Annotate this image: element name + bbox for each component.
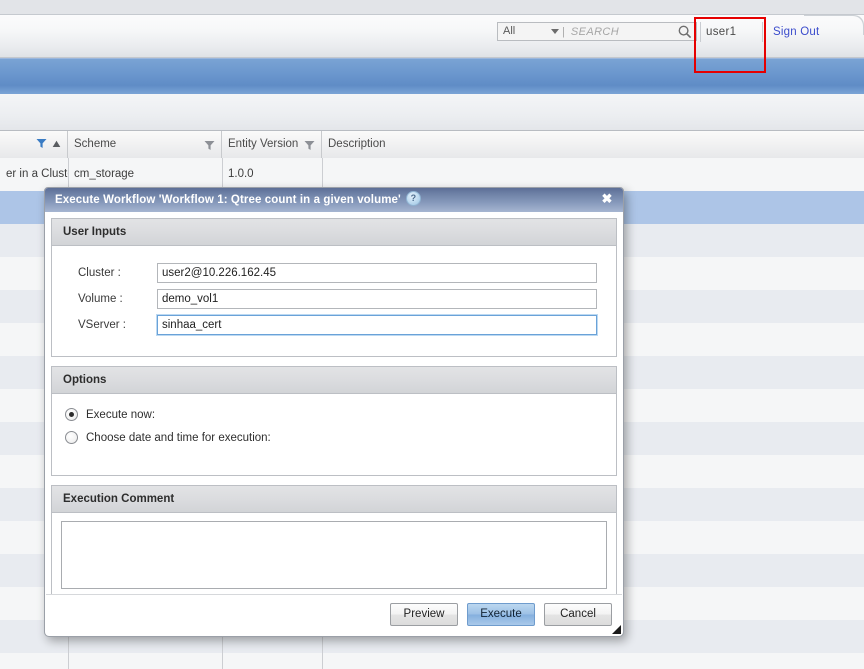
dialog-footer: Preview Execute Cancel	[46, 594, 622, 635]
column-header-description-label: Description	[328, 138, 386, 150]
option-execute-now-label: Execute now:	[86, 408, 156, 421]
cluster-input[interactable]	[157, 263, 597, 283]
field-row-cluster: Cluster :	[52, 260, 616, 286]
column-header-scheme-label: Scheme	[74, 138, 117, 150]
radio-choose-datetime[interactable]	[65, 431, 78, 444]
option-choose-datetime[interactable]: Choose date and time for execution:	[52, 426, 616, 449]
execution-comment-input[interactable]	[61, 521, 607, 589]
table-header-row: Scheme Entity Version Description	[0, 131, 864, 159]
primary-nav-band	[0, 58, 864, 95]
dialog-body: User Inputs Cluster : Volume : VServer :	[45, 212, 623, 612]
execution-comment-body	[52, 513, 616, 601]
option-choose-datetime-label: Choose date and time for execution:	[86, 431, 271, 444]
cluster-label: Cluster :	[78, 267, 121, 279]
sign-out-link[interactable]: Sign Out	[773, 26, 819, 38]
dialog-resize-grip[interactable]	[612, 625, 621, 634]
radio-execute-now[interactable]	[65, 408, 78, 421]
column-header-scheme[interactable]: Scheme	[68, 131, 222, 158]
column-header-entity-version-label: Entity Version	[228, 138, 299, 150]
search-divider: |	[562, 25, 565, 38]
execute-button[interactable]: Execute	[467, 603, 535, 626]
table-row[interactable]	[0, 653, 864, 669]
field-row-vserver: VServer :	[52, 312, 616, 338]
search-icon[interactable]	[677, 24, 693, 40]
content-toolbar-band	[0, 94, 864, 131]
table-cell	[68, 653, 222, 669]
volume-label: Volume :	[78, 293, 123, 305]
header-divider-left	[700, 22, 701, 42]
execute-workflow-dialog: Execute Workflow 'Workflow 1: Qtree coun…	[44, 187, 624, 637]
column-header-entity-version[interactable]: Entity Version	[222, 131, 322, 158]
app-window: All | SEARCH user1 Sign Out Scheme Entit…	[0, 0, 864, 669]
dialog-title-text: Execute Workflow 'Workflow 1: Qtree coun…	[55, 194, 401, 206]
search-box[interactable]: All | SEARCH	[497, 22, 697, 41]
vserver-input[interactable]	[157, 315, 597, 335]
options-body: Execute now: Choose date and time for ex…	[52, 394, 616, 475]
option-execute-now[interactable]: Execute now:	[52, 403, 616, 426]
table-cell	[0, 653, 68, 669]
search-scope-label[interactable]: All	[498, 23, 551, 40]
search-input[interactable]: SEARCH	[571, 26, 677, 38]
volume-input[interactable]	[157, 289, 597, 309]
table-cell	[322, 653, 864, 669]
chevron-down-icon[interactable]	[551, 29, 559, 34]
cancel-button[interactable]: Cancel	[544, 603, 612, 626]
help-icon[interactable]: ?	[405, 191, 421, 207]
sort-ascending-icon[interactable]	[52, 140, 61, 148]
user-inputs-panel: User Inputs Cluster : Volume : VServer :	[51, 218, 617, 357]
execution-comment-heading: Execution Comment	[52, 486, 616, 513]
column-header-0[interactable]	[0, 131, 68, 158]
filter-icon[interactable]	[36, 138, 47, 149]
field-row-volume: Volume :	[52, 286, 616, 312]
user-inputs-body: Cluster : Volume : VServer :	[52, 246, 616, 356]
header-divider-right	[762, 22, 763, 42]
filter-icon[interactable]	[204, 140, 215, 151]
execution-comment-panel: Execution Comment	[51, 485, 617, 602]
preview-button[interactable]: Preview	[390, 603, 458, 626]
dialog-button-group: Preview Execute Cancel	[390, 603, 612, 626]
dialog-title-bar: Execute Workflow 'Workflow 1: Qtree coun…	[45, 188, 623, 212]
options-heading: Options	[52, 367, 616, 394]
filter-icon[interactable]	[304, 140, 315, 151]
close-icon[interactable]: ✖	[600, 192, 614, 206]
browser-chrome-strip	[0, 0, 864, 15]
vserver-label: VServer :	[78, 319, 126, 331]
user-inputs-heading: User Inputs	[52, 219, 616, 246]
options-panel: Options Execute now: Choose date and tim…	[51, 366, 617, 476]
table-cell	[222, 653, 322, 669]
current-user-label: user1	[706, 26, 737, 38]
column-header-description[interactable]: Description	[322, 131, 864, 158]
